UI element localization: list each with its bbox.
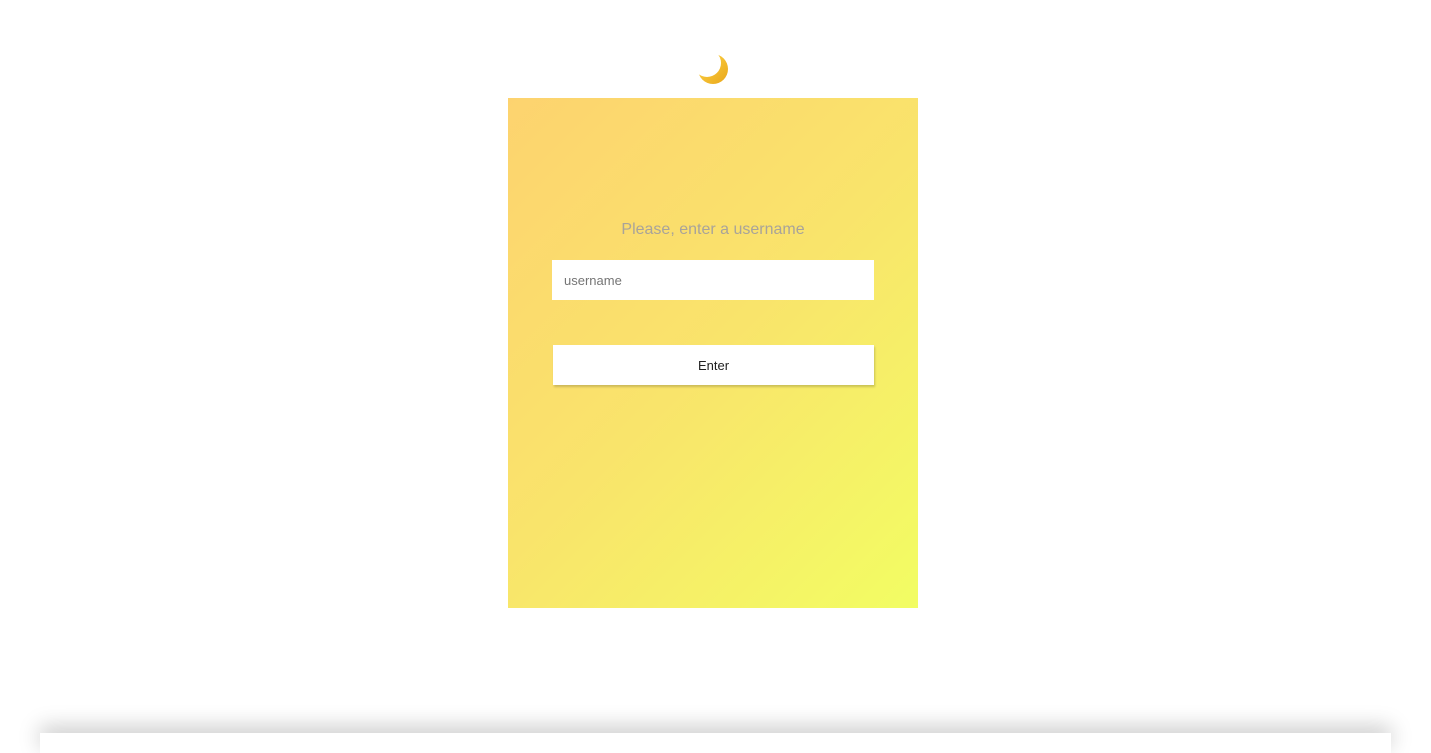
crescent-moon-icon — [698, 54, 728, 84]
bottom-panel-shadow — [40, 733, 1391, 753]
username-input[interactable] — [552, 260, 874, 300]
login-card: Please, enter a username Enter — [508, 98, 918, 608]
username-prompt: Please, enter a username — [621, 221, 805, 238]
theme-toggle-button[interactable] — [696, 52, 730, 86]
enter-button[interactable]: Enter — [553, 345, 874, 385]
